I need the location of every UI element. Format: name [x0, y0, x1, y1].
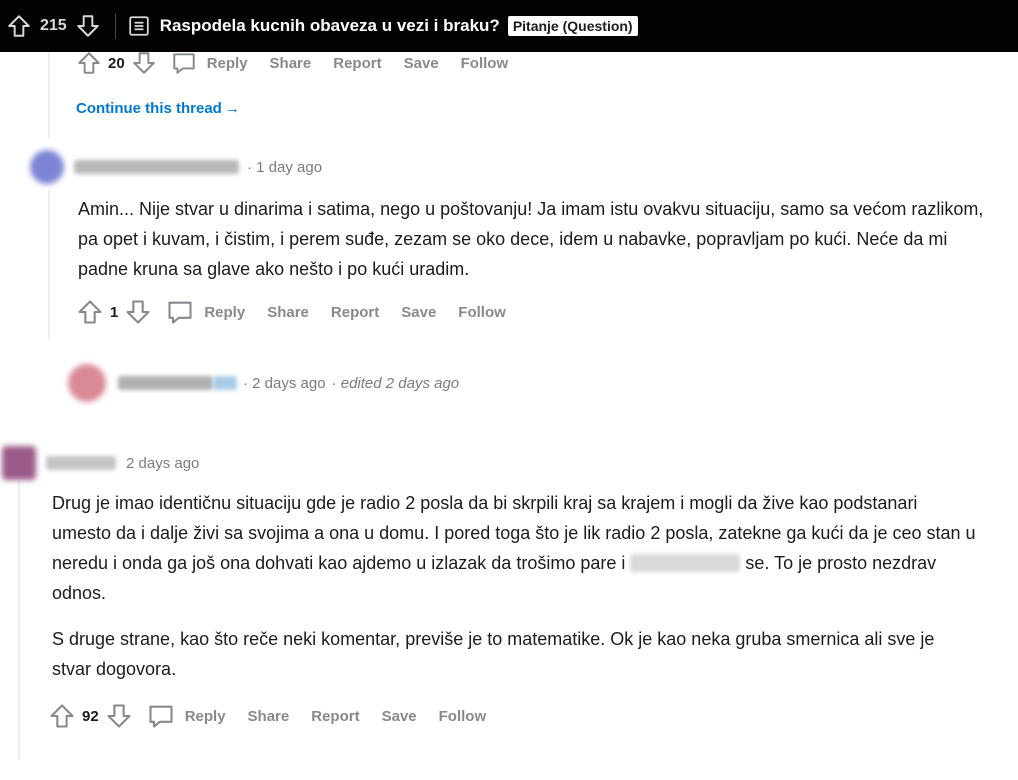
threadline[interactable]	[48, 52, 50, 138]
continue-thread-label: Continue this thread	[76, 100, 222, 117]
comment-body: Amin... Nije stvar u dinarima i satima, …	[78, 194, 988, 284]
downvote-icon[interactable]	[124, 298, 152, 326]
upvote-icon[interactable]	[76, 298, 104, 326]
comment-body: Drug je imao identičnu situaciju gde je …	[52, 488, 977, 684]
comment-actions: 1 Reply Share Report Save Follow	[76, 298, 528, 326]
reply-button[interactable]: Reply	[204, 304, 245, 321]
post-vote: 215	[6, 13, 101, 39]
threadline[interactable]	[18, 480, 20, 760]
comment-icon[interactable]	[166, 298, 194, 326]
redacted-word	[630, 554, 741, 572]
downvote-icon[interactable]	[105, 702, 133, 730]
save-button[interactable]: Save	[401, 304, 436, 321]
share-button[interactable]: Share	[248, 708, 290, 725]
comment-timestamp[interactable]: · 1 day ago	[247, 159, 322, 176]
comment-header: 2 days ago	[2, 446, 199, 480]
comment-icon[interactable]	[147, 702, 175, 730]
save-button[interactable]: Save	[382, 708, 417, 725]
share-button[interactable]: Share	[270, 55, 312, 72]
comment-paragraph: Drug je imao identičnu situaciju gde je …	[52, 488, 977, 608]
post-flair[interactable]: Pitanje (Question)	[507, 16, 638, 36]
comment-actions: 92 Reply Share Report Save Follow	[48, 702, 508, 730]
post-title[interactable]: Raspodela kucnih obaveza u vezi i braku?	[160, 16, 500, 36]
report-button[interactable]: Report	[311, 708, 359, 725]
divider	[114, 13, 116, 39]
follow-button[interactable]: Follow	[439, 708, 487, 725]
follow-button[interactable]: Follow	[458, 304, 506, 321]
avatar[interactable]	[2, 446, 36, 480]
username-redacted[interactable]	[46, 456, 116, 470]
post-score: 215	[40, 17, 67, 34]
report-button[interactable]: Report	[333, 55, 381, 72]
follow-button[interactable]: Follow	[461, 55, 509, 72]
vote-count: 20	[108, 54, 125, 72]
comment-paragraph: S druge strane, kao što reče neki koment…	[52, 629, 935, 679]
post-icon	[128, 15, 150, 37]
comment-timestamp[interactable]: · 2 days ago	[243, 375, 326, 392]
post-header-bar: 215 Raspodela kucnih obaveza u vezi i br…	[0, 0, 1018, 52]
upvote-icon[interactable]	[48, 702, 76, 730]
comment-text: Amin... Nije stvar u dinarima i satima, …	[78, 199, 984, 279]
arrow-right-icon: →	[224, 100, 240, 117]
avatar[interactable]	[30, 150, 64, 184]
threadline[interactable]	[48, 190, 50, 340]
vote-count: 92	[82, 707, 99, 725]
comment-icon[interactable]	[171, 50, 197, 76]
reply-button[interactable]: Reply	[207, 55, 248, 72]
share-button[interactable]: Share	[267, 304, 309, 321]
edited-timestamp: · edited 2 days ago	[331, 374, 460, 392]
reply-button[interactable]: Reply	[185, 708, 226, 725]
user-flair-redacted	[213, 376, 237, 390]
upvote-icon[interactable]	[76, 50, 102, 76]
comment-timestamp[interactable]: 2 days ago	[126, 455, 199, 472]
report-button[interactable]: Report	[331, 304, 379, 321]
downvote-icon[interactable]	[75, 13, 101, 39]
username-redacted[interactable]	[118, 376, 213, 390]
comment-header: · 1 day ago	[30, 150, 322, 184]
downvote-icon[interactable]	[131, 50, 157, 76]
vote-count: 1	[110, 303, 119, 321]
username-redacted[interactable]	[74, 160, 239, 174]
save-button[interactable]: Save	[404, 55, 439, 72]
continue-thread-link[interactable]: Continue this thread →	[76, 100, 240, 117]
avatar[interactable]	[68, 364, 106, 402]
comment-actions: 20 Reply Share Report Save Follow	[76, 50, 530, 76]
upvote-icon[interactable]	[6, 13, 32, 39]
comment-header[interactable]: · 2 days ago · edited 2 days ago	[68, 364, 459, 402]
